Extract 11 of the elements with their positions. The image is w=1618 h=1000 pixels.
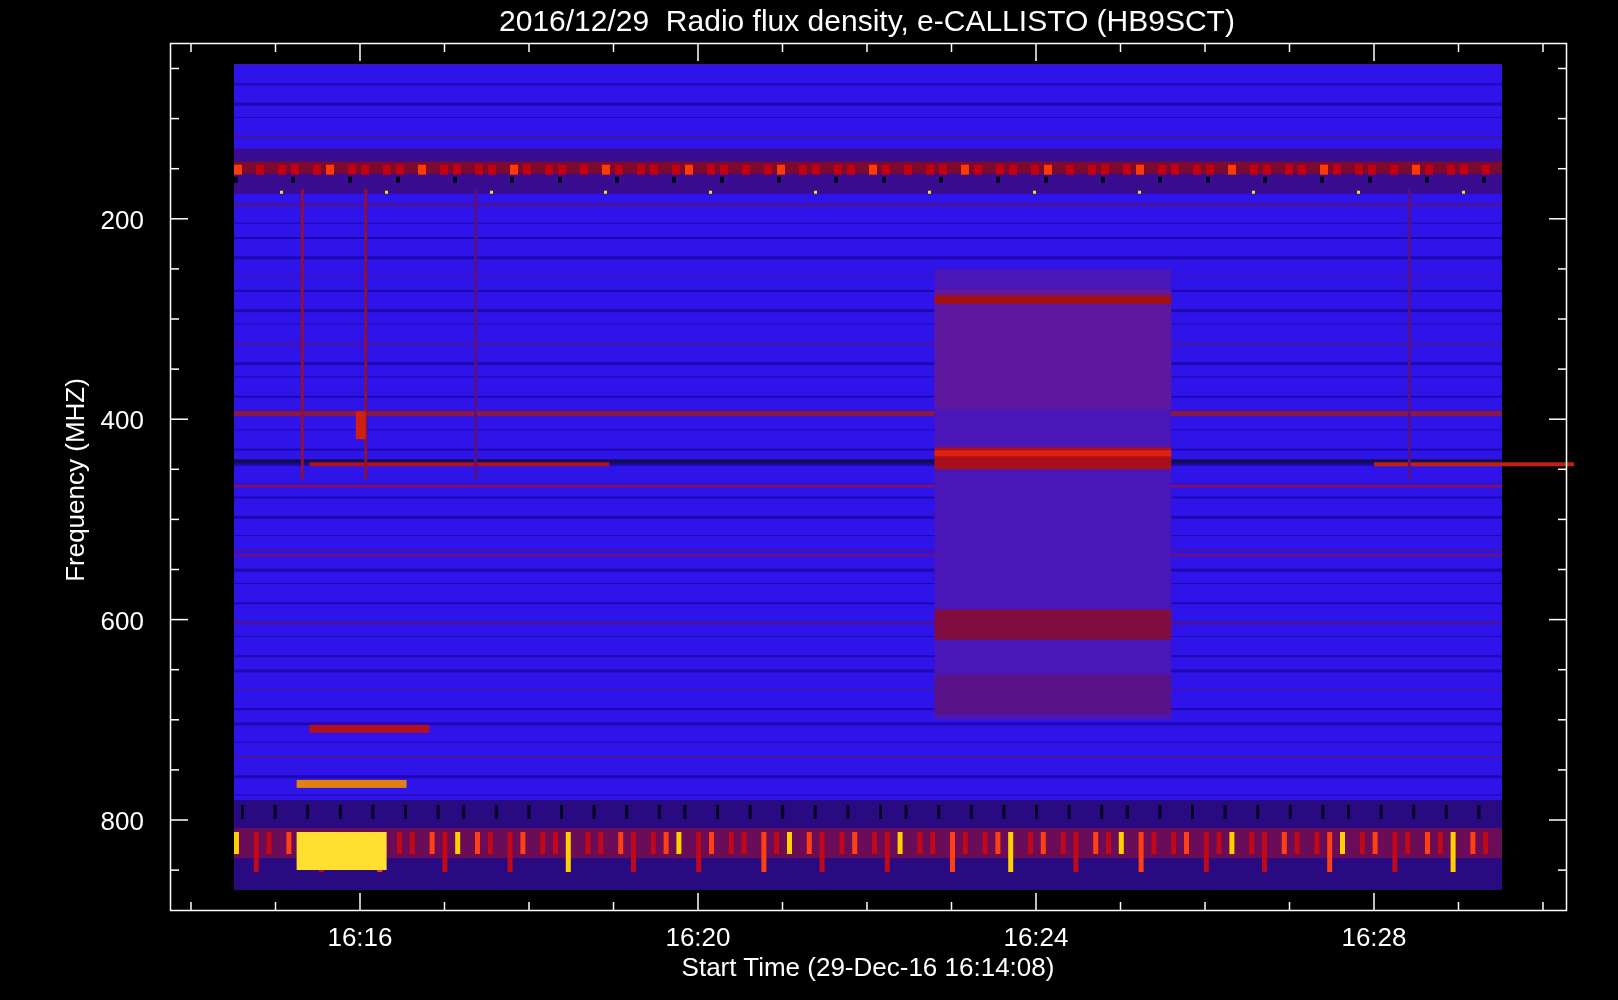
y-tick-label: 800	[100, 806, 144, 836]
x-tick-label: 16:16	[327, 922, 393, 952]
y-tick-label: 600	[100, 605, 144, 636]
x-axis-label: Start Time (29-Dec-16 16:14:08)	[681, 952, 1055, 982]
y-tick-label: 200	[100, 204, 144, 235]
y-axis-label: Frequency (MHZ)	[60, 378, 90, 582]
x-tick-label: 16:20	[665, 922, 731, 952]
x-tick-label: 16:28	[1341, 922, 1407, 952]
chart-title: 2016/12/29 Radio flux density, e-CALLISTO (HB9SCT)	[499, 4, 1235, 37]
y-tick-label: 400	[100, 405, 144, 436]
x-tick-label: 16:24	[1003, 922, 1069, 952]
